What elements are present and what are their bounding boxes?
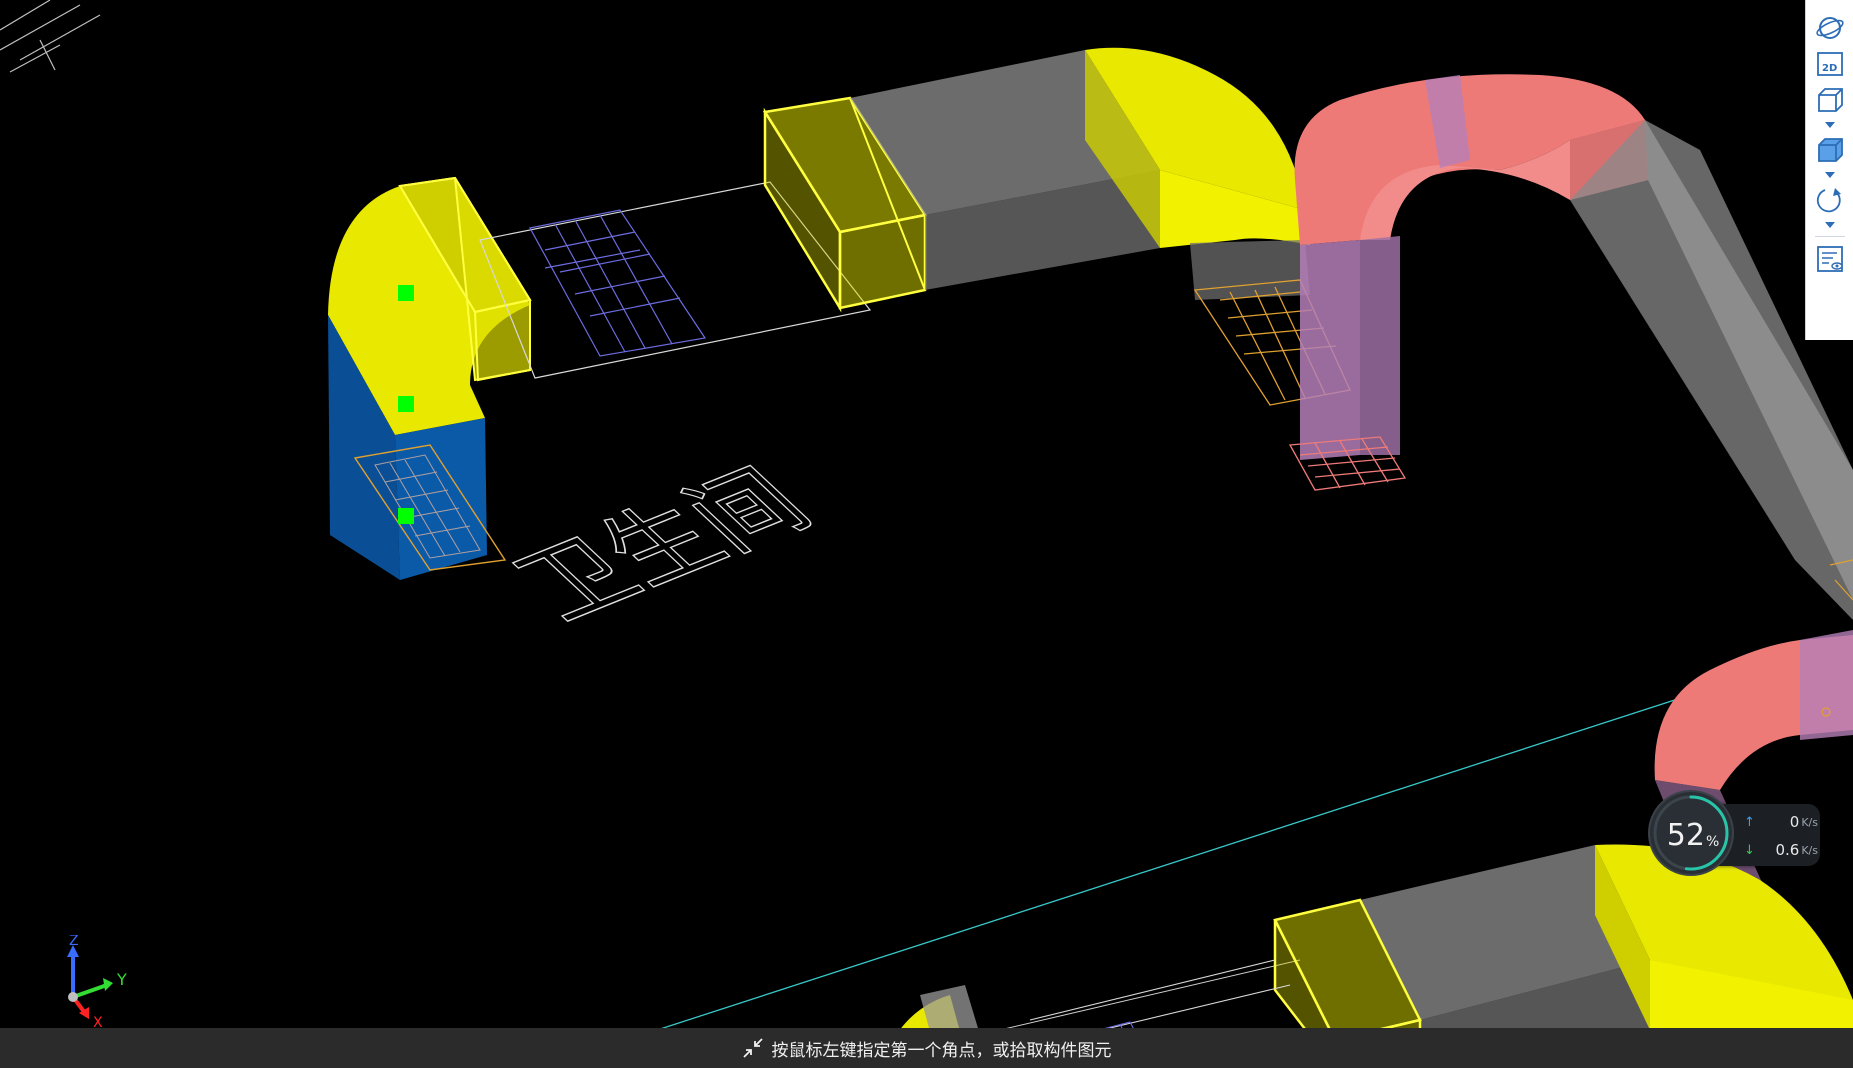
- grip-marker[interactable]: [398, 285, 414, 301]
- collapse-arrows-icon: [742, 1037, 764, 1059]
- upload-speed-unit: K/s: [1801, 815, 1818, 829]
- cube-shaded-icon: [1817, 138, 1843, 162]
- view-2d-icon: 2D: [1816, 52, 1843, 76]
- axis-y-label: Y: [116, 970, 127, 989]
- caret-down-icon: [1824, 172, 1835, 178]
- wireframe-view-dropdown[interactable]: [1812, 118, 1848, 132]
- background-hatch: [0, 0, 101, 73]
- download-speed-value: 0.6: [1775, 841, 1800, 859]
- status-bar: 按鼠标左键指定第一个角点，或拾取构件图元: [0, 1028, 1853, 1068]
- download-speed-unit: K/s: [1801, 843, 1818, 857]
- network-speed-widget[interactable]: ↑ 0 K/s ↓ 0.6 K/s 52%: [1648, 790, 1828, 880]
- room-label: 卫生间: [490, 452, 834, 638]
- grille-center: [529, 209, 707, 357]
- cube-wireframe-icon: [1817, 88, 1843, 112]
- viewport-3d[interactable]: 卫生间: [0, 0, 1853, 1068]
- memory-usage-circle: 52%: [1648, 790, 1734, 876]
- view-2d-label: 2D: [1822, 63, 1837, 74]
- memory-usage-value: 52: [1666, 817, 1705, 853]
- duct-elbow-left[interactable]: [328, 176, 532, 580]
- download-speed-row: ↓ 0.6 K/s: [1734, 838, 1818, 862]
- view-toolbar: 2D: [1805, 0, 1853, 340]
- duct-gray-drop: [1190, 240, 1310, 300]
- duct-riser-purple[interactable]: [1300, 236, 1400, 460]
- axis-z-label: Z: [69, 935, 79, 949]
- shaded-view-button[interactable]: [1812, 132, 1848, 168]
- properties-view-icon: [1816, 246, 1843, 272]
- orbit-icon: [1815, 17, 1844, 39]
- rotate-button[interactable]: [1812, 182, 1848, 218]
- shaded-view-dropdown[interactable]: [1812, 168, 1848, 182]
- room-label-text: 卫生间: [491, 452, 833, 636]
- view-2d-button[interactable]: 2D: [1812, 46, 1848, 82]
- grip-marker[interactable]: [398, 396, 414, 412]
- rotate-icon: [1816, 188, 1841, 213]
- status-hint-text: 按鼠标左键指定第一个角点，或拾取构件图元: [771, 1040, 1112, 1061]
- white-guide-line: [999, 959, 1301, 1031]
- upload-speed-row: ↑ 0 K/s: [1734, 810, 1818, 834]
- toolbar-divider: [1814, 236, 1845, 237]
- upload-arrow-icon: ↑: [1744, 814, 1755, 830]
- rotate-dropdown[interactable]: [1812, 218, 1848, 232]
- caret-down-icon: [1824, 222, 1835, 228]
- memory-usage-percent: 52%: [1650, 792, 1736, 878]
- wireframe-view-button[interactable]: [1812, 82, 1848, 118]
- upload-speed-value: 0: [1789, 813, 1800, 831]
- caret-down-icon: [1824, 122, 1835, 128]
- orbit-button[interactable]: [1812, 10, 1848, 46]
- axis-indicator: Z Y X: [67, 935, 127, 1027]
- download-arrow-icon: ↓: [1744, 842, 1755, 858]
- axis-x-label: X: [93, 1015, 103, 1027]
- properties-view-button[interactable]: [1812, 241, 1848, 277]
- memory-usage-percent-sign: %: [1705, 834, 1720, 850]
- grip-marker[interactable]: [398, 508, 414, 524]
